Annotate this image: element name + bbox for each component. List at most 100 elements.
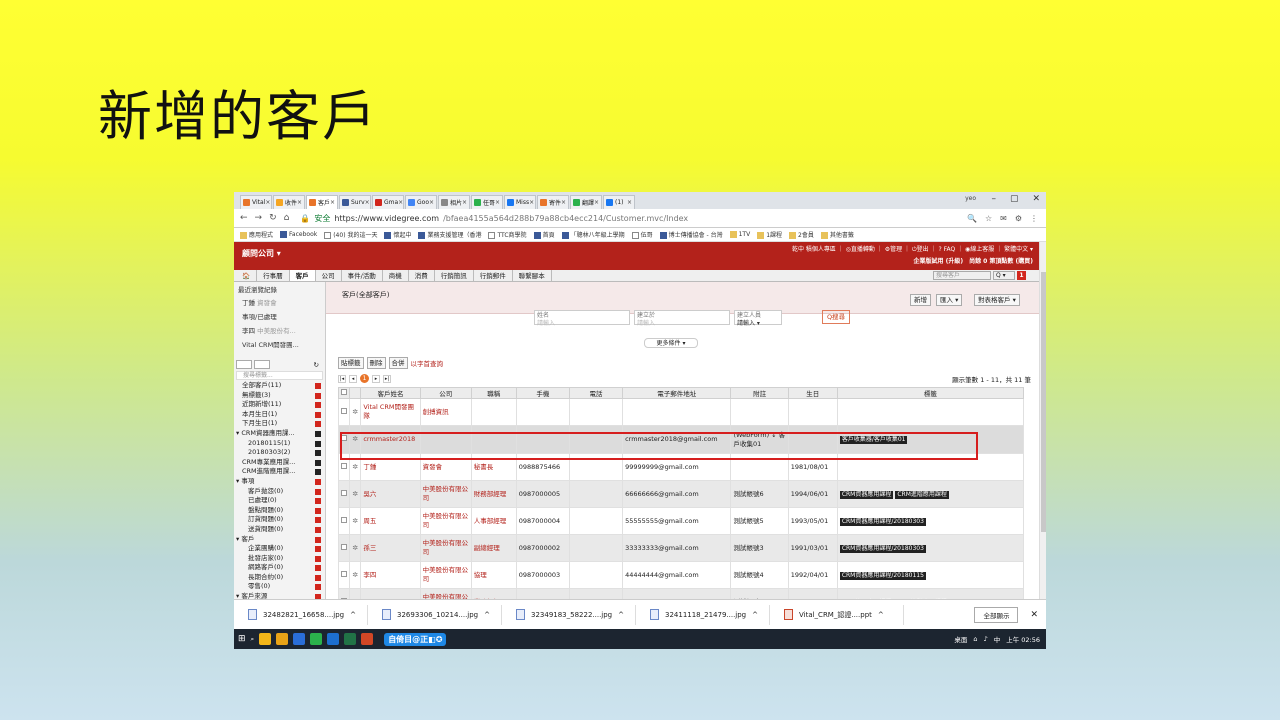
chevron-up-icon[interactable]: ^ bbox=[484, 611, 490, 619]
minimize-icon[interactable]: – bbox=[991, 194, 996, 204]
chrome-app-icon[interactable] bbox=[259, 633, 272, 645]
scrollbar-thumb[interactable] bbox=[1041, 272, 1046, 532]
browser-tab[interactable]: 收件 × bbox=[273, 195, 305, 209]
row-gear-cell[interactable]: ✲ bbox=[349, 480, 362, 508]
merge-button[interactable]: 合併 bbox=[388, 357, 408, 369]
row-gear-cell[interactable]: ✲ bbox=[349, 561, 362, 589]
tag-tree-item[interactable]: 近期新增(11) bbox=[234, 400, 325, 410]
desktop-label[interactable]: 桌面 bbox=[954, 634, 967, 644]
tag-tree-item[interactable]: 網路客戶(0) bbox=[234, 563, 325, 573]
add-tag-button[interactable] bbox=[254, 360, 270, 369]
browser-user[interactable]: yeo bbox=[965, 195, 976, 202]
browser-tab[interactable]: 寄件 × bbox=[537, 195, 569, 209]
tag-tree-item[interactable]: CRM進階應用課... bbox=[234, 467, 325, 477]
tag-badge[interactable]: CRM資器應用課程/20180115 bbox=[839, 571, 926, 580]
column-header[interactable]: 公司 bbox=[419, 387, 472, 399]
created-filter[interactable]: 建立於 請輸入 bbox=[634, 310, 730, 327]
row-checkbox-cell[interactable] bbox=[337, 561, 351, 589]
tag-tool-button[interactable] bbox=[236, 360, 252, 369]
table-row[interactable]: ✲ 孫三 中美股份有限公司 副總經理 0987000002 33333333@gmail.… bbox=[337, 534, 1025, 562]
tab-close-icon[interactable]: × bbox=[297, 199, 302, 206]
tab-close-icon[interactable]: × bbox=[398, 199, 403, 206]
tag-search-input[interactable]: 搜尋標籤... bbox=[236, 371, 323, 380]
chevron-up-icon[interactable]: ^ bbox=[350, 611, 356, 619]
search-scope-select[interactable]: Q ▾ bbox=[993, 271, 1015, 280]
checkbox-icon[interactable] bbox=[341, 489, 348, 496]
tag-tree-item[interactable]: 盤點問題(0) bbox=[234, 506, 325, 516]
customer-name-cell[interactable]: 吳六 bbox=[360, 480, 421, 508]
bookmark-item[interactable]: 2會員 bbox=[789, 230, 814, 239]
import-button[interactable]: 匯入 ▾ bbox=[936, 294, 963, 306]
search-button[interactable]: Q搜尋 bbox=[822, 310, 850, 324]
tag-tree-item[interactable]: 零售(0) bbox=[234, 582, 325, 592]
last-page-button[interactable]: ▸| bbox=[383, 374, 391, 383]
ime-toolbar[interactable]: 自倚目@正◧✪ bbox=[384, 632, 447, 646]
download-item[interactable]: 32693306_10214....jpg ^ bbox=[368, 604, 502, 625]
global-search-input[interactable]: 搜尋客戶 bbox=[933, 271, 991, 280]
company-cell[interactable]: 中美股份有限公司 bbox=[419, 480, 472, 508]
company-cell[interactable]: 中美股份有限公司 bbox=[419, 534, 472, 562]
company-cell[interactable]: 中美股份有限公司 bbox=[419, 507, 472, 535]
url-field[interactable]: 🔒 安全 https://www.videgree.com/bfaea4155a… bbox=[300, 213, 688, 224]
delete-button[interactable]: 刪除 bbox=[366, 357, 386, 369]
browser-tab[interactable]: 相片 × bbox=[438, 195, 470, 209]
search-icon[interactable]: ⌕ bbox=[251, 635, 255, 644]
line-app-icon[interactable] bbox=[310, 633, 323, 645]
checkbox-icon[interactable] bbox=[341, 389, 348, 395]
browser-tab[interactable]: Goo × bbox=[405, 195, 437, 209]
recent-item[interactable]: Vital CRM開發團... bbox=[234, 338, 325, 352]
tag-button[interactable]: 貼標籤 bbox=[338, 357, 364, 369]
nav-item[interactable]: 行銷郵件 bbox=[474, 270, 513, 281]
nav-item[interactable]: 聯繫腳本 bbox=[513, 270, 552, 281]
customer-name-cell[interactable]: Vital CRM開發團隊 bbox=[360, 398, 421, 426]
network-icon[interactable]: ⌂ bbox=[973, 635, 977, 643]
customer-name-cell[interactable]: 周五 bbox=[360, 507, 421, 535]
star-icon[interactable]: ☆ bbox=[985, 214, 992, 223]
customer-name-cell[interactable]: 李四 bbox=[360, 561, 421, 589]
first-page-button[interactable]: |◂ bbox=[338, 374, 346, 383]
forward-icon[interactable]: → bbox=[255, 213, 263, 223]
tag-tree-item[interactable]: 20180303(2) bbox=[234, 448, 325, 458]
nav-item[interactable]: 公司 bbox=[316, 270, 342, 281]
extension-icon[interactable]: ✉ bbox=[1000, 214, 1007, 223]
initial-search-link[interactable]: 以字首查詢 bbox=[411, 358, 444, 368]
tag-tree-item[interactable]: ▾ 客戶來源 bbox=[234, 592, 325, 599]
table-row[interactable]: ✲ Vital CRM開發團隊 創搏資訊 bbox=[337, 398, 1025, 426]
bookmark-item[interactable]: Facebook bbox=[280, 231, 317, 238]
browser-tab[interactable]: Miss × bbox=[504, 195, 536, 209]
tag-tree-item[interactable]: 已處理(0) bbox=[234, 496, 325, 506]
tab-close-icon[interactable]: × bbox=[429, 199, 434, 206]
column-header[interactable]: 標籤 bbox=[836, 387, 1025, 399]
tag-tree-item[interactable]: 無標籤(3) bbox=[234, 391, 325, 401]
bookmark-item[interactable]: 「聰林八年級上學期 bbox=[561, 230, 625, 239]
table-menu-button[interactable]: 對表格客戶 ▾ bbox=[974, 294, 1020, 306]
browser-tab-active[interactable]: 客戶 × bbox=[306, 195, 338, 209]
column-header[interactable]: 職稱 bbox=[470, 387, 517, 399]
row-checkbox-cell[interactable] bbox=[337, 398, 351, 426]
gear-icon[interactable]: ✲ bbox=[352, 490, 358, 498]
reload-icon[interactable]: ↻ bbox=[269, 213, 277, 223]
tag-tree-item[interactable]: 企業團購(0) bbox=[234, 544, 325, 554]
tag-badge[interactable]: CRM資器應用課程/20180303 bbox=[839, 544, 926, 553]
browser-tab[interactable]: 任哥 × bbox=[471, 195, 503, 209]
new-button[interactable]: 新增 bbox=[910, 294, 931, 306]
tag-tree-item[interactable]: ▾ 事項 bbox=[234, 477, 325, 487]
tag-tree-item[interactable]: 全部客戶(11) bbox=[234, 381, 325, 391]
tab-close-icon[interactable]: × bbox=[529, 199, 534, 206]
bookmark-item[interactable]: 懷起中 bbox=[384, 230, 411, 239]
gear-icon[interactable]: ✲ bbox=[352, 544, 358, 552]
browser-tab[interactable]: (1) × bbox=[603, 195, 635, 209]
top-links[interactable]: 乾中 積個人專區 ｜ ◎直播轉動 ｜ ⚙管理 ｜ ⏻登出 ｜ ? FAQ ｜ ◉… bbox=[792, 244, 1033, 254]
table-row[interactable]: ✲ 吳六 中美股份有限公司 財務部經理 0987000005 66666666@gmail… bbox=[337, 480, 1025, 508]
back-icon[interactable]: ← bbox=[240, 213, 248, 223]
gear-icon[interactable]: ✲ bbox=[352, 517, 358, 525]
row-gear-cell[interactable]: ✲ bbox=[349, 507, 362, 535]
recent-item[interactable]: 丁鍾 資發會 bbox=[234, 296, 325, 310]
creator-filter[interactable]: 建立人員 請輸入 ▾ bbox=[734, 310, 782, 327]
row-checkbox-cell[interactable] bbox=[337, 480, 351, 508]
browser-tab[interactable]: Surv × bbox=[339, 195, 371, 209]
nav-item[interactable]: 行銷簡訊 bbox=[435, 270, 474, 281]
close-icon[interactable]: ✕ bbox=[1032, 194, 1040, 204]
company-menu[interactable]: 顧問公司 ▾ bbox=[242, 248, 281, 259]
tag-tree-item[interactable]: 客戶拋怨(0) bbox=[234, 487, 325, 497]
